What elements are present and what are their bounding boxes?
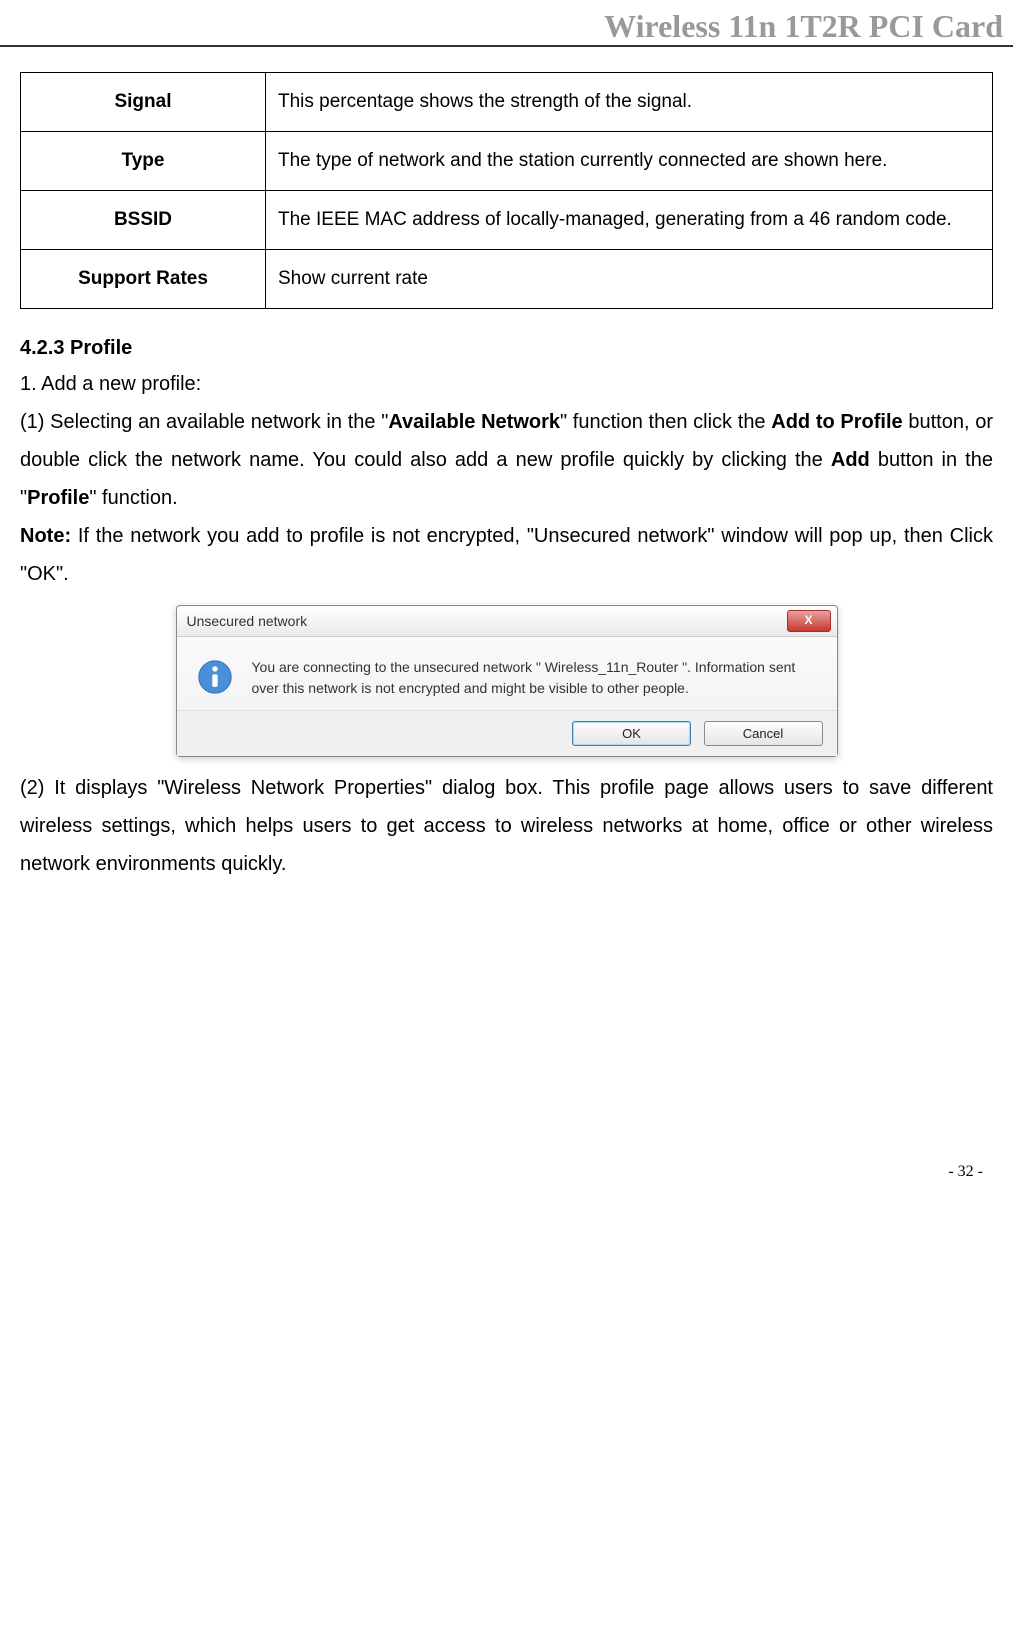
note-paragraph: Note: If the network you add to profile …: [20, 517, 993, 593]
note-text: If the network you add to profile is not…: [20, 525, 993, 585]
section-heading: 4.2.3 Profile: [20, 337, 993, 360]
p1-add: Add: [831, 449, 870, 471]
row-desc-type: The type of network and the station curr…: [266, 132, 993, 191]
row-label-rates: Support Rates: [21, 250, 266, 309]
unsecured-dialog: Unsecured network X You are connecting t…: [176, 605, 838, 757]
table-row: BSSID The IEEE MAC address of locally-ma…: [21, 191, 993, 250]
table-row: Type The type of network and the station…: [21, 132, 993, 191]
dialog-wrapper: Unsecured network X You are connecting t…: [20, 605, 993, 757]
cancel-button[interactable]: Cancel: [704, 721, 823, 746]
line-add-profile: 1. Add a new profile:: [20, 365, 993, 403]
info-icon: [197, 657, 237, 700]
row-label-signal: Signal: [21, 73, 266, 132]
dialog-body: You are connecting to the unsecured netw…: [177, 637, 837, 710]
p1-available-network: Available Network: [388, 411, 560, 433]
dialog-titlebar: Unsecured network X: [177, 606, 837, 637]
dialog-footer: OK Cancel: [177, 710, 837, 756]
p1-a: (1) Selecting an available network in th…: [20, 411, 388, 433]
note-label: Note:: [20, 525, 71, 547]
p1-add-to-profile: Add to Profile: [771, 411, 902, 433]
table-row: Support Rates Show current rate: [21, 250, 993, 309]
info-table: Signal This percentage shows the strengt…: [20, 72, 993, 309]
row-desc-signal: This percentage shows the strength of th…: [266, 73, 993, 132]
page-content: Signal This percentage shows the strengt…: [0, 72, 1013, 883]
footer: - 32 -: [0, 1163, 1013, 1203]
dialog-message: You are connecting to the unsecured netw…: [252, 657, 817, 700]
row-desc-rates: Show current rate: [266, 250, 993, 309]
paragraph-2: (2) It displays "Wireless Network Proper…: [20, 769, 993, 883]
p1-i: " function.: [89, 487, 177, 509]
row-label-bssid: BSSID: [21, 191, 266, 250]
table-row: Signal This percentage shows the strengt…: [21, 73, 993, 132]
close-icon: X: [804, 613, 812, 627]
ok-button[interactable]: OK: [572, 721, 691, 746]
p1-c: " function then click the: [560, 411, 771, 433]
close-button[interactable]: X: [787, 610, 831, 632]
paragraph-1: (1) Selecting an available network in th…: [20, 403, 993, 517]
page-number: - 32 -: [948, 1163, 983, 1181]
p1-profile: Profile: [27, 487, 89, 509]
page-header: Wireless 11n 1T2R PCI Card: [0, 0, 1013, 47]
dialog-title: Unsecured network: [187, 613, 308, 629]
header-title: Wireless 11n 1T2R PCI Card: [604, 8, 1003, 44]
row-label-type: Type: [21, 132, 266, 191]
row-desc-bssid: The IEEE MAC address of locally-managed,…: [266, 191, 993, 250]
